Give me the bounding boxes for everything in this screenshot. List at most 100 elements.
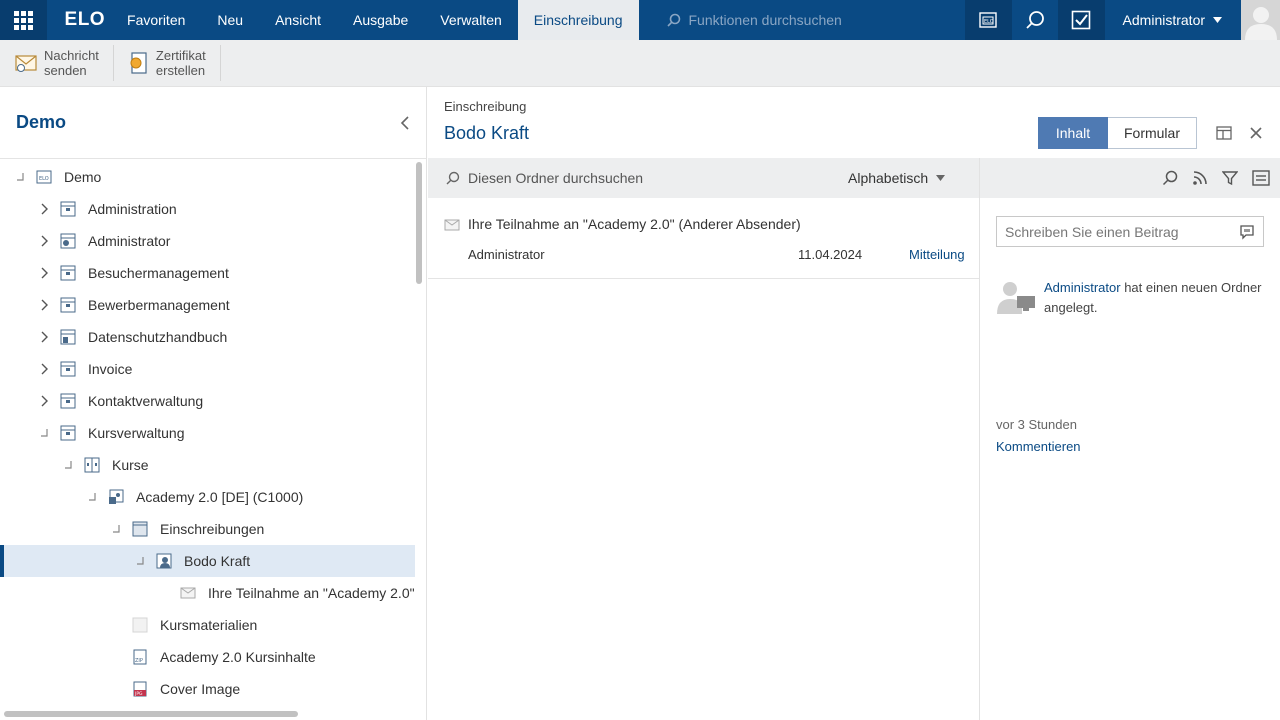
comment-link[interactable]: Kommentieren	[996, 439, 1081, 454]
tree-item-label: Administration	[88, 201, 177, 217]
folder-tree: ELO Demo Administration Administrator Besuch…	[0, 159, 426, 711]
tree-item-label: Einschreibungen	[160, 521, 265, 537]
mail-icon	[444, 219, 460, 231]
rss-feed-icon[interactable]	[1192, 170, 1208, 186]
tree-item[interactable]: Besuchermanagement	[0, 257, 415, 289]
tree-item[interactable]: Administration	[0, 193, 415, 225]
list-item-author: Administrator	[468, 247, 545, 262]
list-view-icon[interactable]	[1252, 170, 1270, 186]
chevron-right-icon[interactable]	[36, 201, 52, 217]
tab-formular[interactable]: Formular	[1108, 117, 1197, 149]
send-message-label: Nachricht senden	[44, 48, 99, 78]
tree-item-label: Datenschutzhandbuch	[88, 329, 228, 345]
search-icon	[446, 171, 460, 185]
menu-verwalten[interactable]: Verwalten	[424, 0, 517, 40]
menu-ausgabe[interactable]: Ausgabe	[337, 0, 424, 40]
filter-icon[interactable]	[1222, 170, 1238, 186]
tree-item-label: Demo	[64, 169, 102, 185]
chevron-right-icon[interactable]	[36, 297, 52, 313]
chevron-right-icon[interactable]	[36, 233, 52, 249]
jpg-file-icon: JPG	[132, 681, 148, 697]
tree-item-label: Administrator	[88, 233, 171, 249]
breadcrumb[interactable]: Einschreibung	[444, 99, 526, 114]
tasks-button[interactable]	[1058, 0, 1105, 40]
tree-item[interactable]: Bodo Kraft	[0, 545, 415, 577]
folder-cabinet-icon	[60, 265, 76, 281]
menu-ansicht[interactable]: Ansicht	[259, 0, 337, 40]
collapse-node-icon[interactable]	[132, 553, 148, 569]
post-input[interactable]: Schreiben Sie einen Beitrag	[996, 216, 1264, 247]
search-button[interactable]	[1012, 0, 1059, 40]
list-item-type[interactable]: Mitteilung	[909, 247, 965, 262]
collapse-node-icon[interactable]	[12, 169, 28, 185]
svg-text:JPG: JPG	[134, 691, 143, 697]
archive-icon: ELO	[979, 12, 997, 28]
tree-item[interactable]: JPG Cover Image	[0, 673, 415, 705]
checkbox-icon	[1071, 10, 1091, 30]
close-button[interactable]	[1247, 124, 1265, 142]
layout-button[interactable]	[1215, 124, 1233, 142]
list-item-date: 11.04.2024	[798, 247, 863, 262]
chevron-down-icon	[1213, 17, 1223, 23]
feed-entry-text: Administrator hat einen neuen Ordner ang…	[996, 278, 1264, 318]
folder-split-icon	[84, 457, 100, 473]
enrollment-icon	[156, 553, 172, 569]
send-message-button[interactable]: Nachricht senden	[0, 45, 114, 81]
list-item[interactable]: Ihre Teilnahme an "Academy 2.0" (Anderer…	[428, 198, 979, 279]
speech-bubble-icon	[1240, 224, 1254, 240]
menu-favoriten[interactable]: Favoriten	[111, 0, 201, 40]
list-toolbar: Diesen Ordner durchsuchen Alphabetisch	[428, 158, 979, 198]
menu-neu[interactable]: Neu	[201, 0, 259, 40]
app-launcher-button[interactable]	[0, 0, 47, 40]
collapse-sidebar-icon[interactable]	[400, 115, 410, 131]
folder-user-icon	[60, 233, 76, 249]
tree-item[interactable]: ZIP Academy 2.0 Kursinhalte	[0, 641, 415, 673]
chevron-right-icon[interactable]	[36, 361, 52, 377]
tree-item[interactable]: Kursverwaltung	[0, 417, 415, 449]
search-icon	[666, 13, 680, 27]
collapse-node-icon[interactable]	[84, 489, 100, 505]
close-icon	[1250, 127, 1262, 139]
function-search-placeholder: Funktionen durchsuchen	[688, 12, 842, 28]
svg-text:ELO: ELO	[39, 176, 49, 182]
tree-item[interactable]: Kontaktverwaltung	[0, 385, 415, 417]
search-icon[interactable]	[1162, 170, 1178, 186]
user-avatar[interactable]	[1241, 0, 1280, 40]
tree-item[interactable]: ELO Demo	[0, 161, 415, 193]
tree-item-label: Ihre Teilnahme an "Academy 2.0" (Anderer…	[208, 585, 415, 601]
collapse-node-icon[interactable]	[36, 425, 52, 441]
user-menu[interactable]: Administrator	[1105, 0, 1242, 40]
feed-entry-user[interactable]: Administrator	[1044, 280, 1121, 295]
tree-item[interactable]: Academy 2.0 [DE] (C1000)	[0, 481, 415, 513]
tree-item[interactable]: Bewerbermanagement	[0, 289, 415, 321]
folder-cabinet-icon	[60, 393, 76, 409]
tree-item[interactable]: Ihre Teilnahme an "Academy 2.0" (Anderer…	[0, 577, 415, 609]
collapse-node-icon[interactable]	[60, 457, 76, 473]
sort-dropdown[interactable]: Alphabetisch	[848, 170, 946, 186]
tree-item[interactable]: Administrator	[0, 225, 415, 257]
tree-item[interactable]: Datenschutzhandbuch	[0, 321, 415, 353]
chevron-right-icon[interactable]	[36, 265, 52, 281]
tree-item-label: Kontaktverwaltung	[88, 393, 204, 409]
collapse-node-icon[interactable]	[108, 521, 124, 537]
mail-icon	[180, 585, 196, 601]
tree-item[interactable]: Kursmaterialien	[0, 609, 415, 641]
elo-archive-button[interactable]: ELO	[965, 0, 1012, 40]
certificate-icon	[130, 52, 147, 74]
search-icon	[1026, 11, 1044, 29]
tab-inhalt[interactable]: Inhalt	[1038, 117, 1108, 149]
function-search-input[interactable]: Funktionen durchsuchen	[651, 0, 966, 40]
folder-search-input[interactable]: Diesen Ordner durchsuchen	[428, 170, 848, 186]
chevron-right-icon[interactable]	[36, 329, 52, 345]
tree-item[interactable]: Invoice	[0, 353, 415, 385]
menu-einschreibung[interactable]: Einschreibung	[517, 0, 639, 40]
create-certificate-button[interactable]: Zertifikat erstellen	[114, 45, 221, 81]
tree-item[interactable]: Kurse	[0, 449, 415, 481]
list-item-title: Ihre Teilnahme an "Academy 2.0" (Anderer…	[468, 216, 801, 232]
tree-vertical-scrollbar[interactable]	[416, 162, 422, 284]
tree-horizontal-scrollbar[interactable]	[4, 711, 298, 717]
tree-item[interactable]: Einschreibungen	[0, 513, 415, 545]
chevron-right-icon[interactable]	[36, 393, 52, 409]
